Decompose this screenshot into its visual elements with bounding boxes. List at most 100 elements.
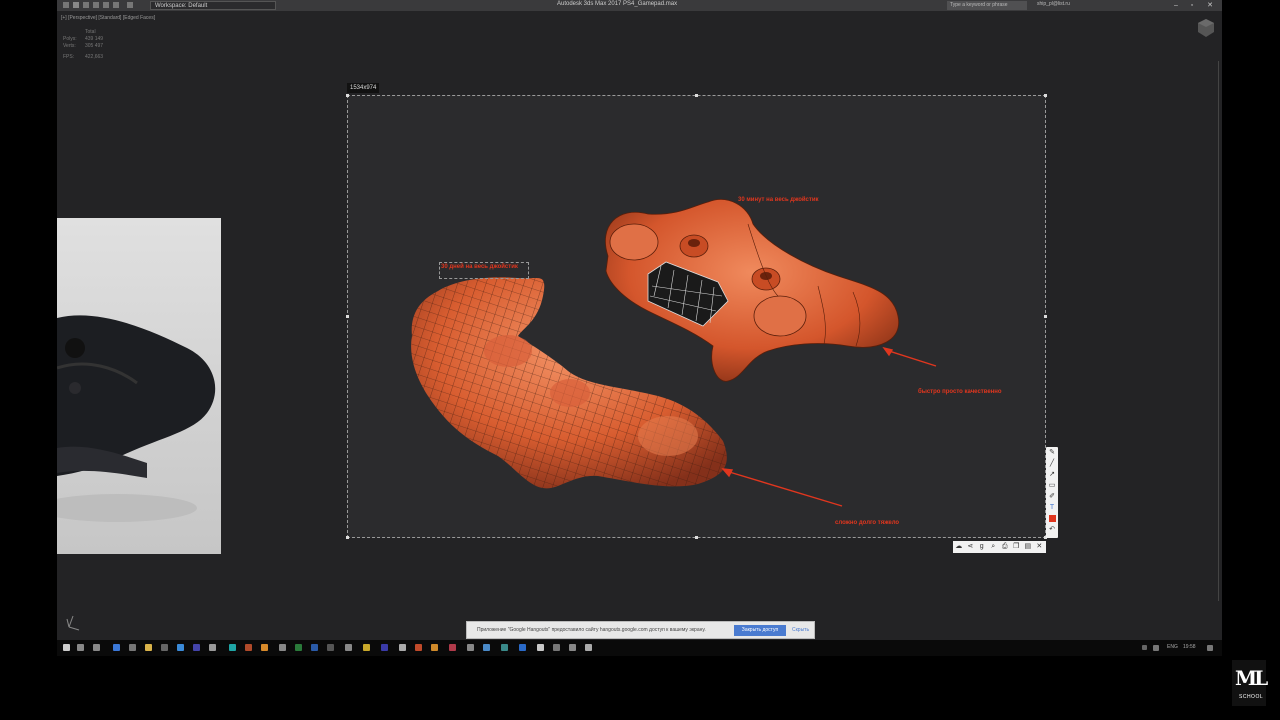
- resize-handle[interactable]: [346, 536, 349, 539]
- fps-value: 422,663: [85, 54, 104, 60]
- taskbar-app-icon[interactable]: [501, 644, 508, 651]
- search-icon[interactable]: [77, 644, 84, 651]
- viewcube-icon[interactable]: [1198, 19, 1214, 37]
- verts-label: Verts:: [63, 43, 76, 49]
- search-image-icon[interactable]: ⌕: [988, 541, 1000, 553]
- hangouts-message: Приложение "Google Hangouts" предоставил…: [477, 627, 706, 633]
- stop-sharing-button[interactable]: Закрыть доступ: [734, 625, 786, 636]
- taskbar-app-icon[interactable]: [193, 644, 200, 651]
- taskbar-app-icon[interactable]: [553, 644, 560, 651]
- maximize-button[interactable]: ▫: [1185, 0, 1199, 11]
- fps-label: FPS:: [63, 54, 75, 60]
- close-button[interactable]: ✕: [1203, 0, 1217, 11]
- minimize-button[interactable]: –: [1169, 0, 1183, 11]
- app-menu-icon[interactable]: [63, 2, 69, 8]
- viewport-scrollbar[interactable]: [1218, 61, 1219, 601]
- taskbar-app-icon[interactable]: [381, 644, 388, 651]
- windows-taskbar: ENG 19:58: [57, 640, 1222, 656]
- taskbar-app-icon[interactable]: [261, 644, 268, 651]
- text-icon[interactable]: T: [1046, 502, 1058, 513]
- viewport-statistics: Total Polys: 439 149 Verts: 305 497 FPS: 42…: [63, 29, 107, 61]
- notifications-icon[interactable]: [1207, 645, 1213, 651]
- taskbar-app-icon[interactable]: [569, 644, 576, 651]
- tray-chevron-icon[interactable]: [1142, 645, 1147, 650]
- hide-button[interactable]: Скрыть: [792, 627, 809, 633]
- save-file-icon[interactable]: [93, 2, 99, 8]
- undo-icon[interactable]: [103, 2, 109, 8]
- drawing-toolbar: ✎ ╱ ↗ ▭ ✐ T ↶: [1046, 447, 1058, 538]
- gamepad-models: [411, 199, 937, 507]
- taskbar-app-icon[interactable]: [177, 644, 184, 651]
- title-bar: Workspace: Default Autodesk 3ds Max 2017…: [57, 0, 1222, 11]
- open-file-icon[interactable]: [83, 2, 89, 8]
- taskbar-app-icon[interactable]: [161, 644, 168, 651]
- taskbar-app-icon[interactable]: [449, 644, 456, 651]
- task-view-icon[interactable]: [93, 644, 100, 651]
- annotation-fast-time: 30 минут на весь джойстик: [738, 197, 819, 203]
- resize-handle[interactable]: [346, 94, 349, 97]
- clean-topology-gamepad: [605, 199, 900, 382]
- photoshop-icon[interactable]: [311, 644, 318, 651]
- taskbar-app-icon[interactable]: [345, 644, 352, 651]
- close-icon[interactable]: ✕: [1034, 541, 1046, 553]
- chrome-icon[interactable]: [363, 644, 370, 651]
- taskbar-app-icon[interactable]: [295, 644, 302, 651]
- screenshot-capture-area[interactable]: 30 минут на весь джойстик 30 дней на вес…: [347, 95, 1046, 538]
- marker-icon[interactable]: ✐: [1046, 491, 1058, 502]
- taskbar-app-icon[interactable]: [327, 644, 334, 651]
- workspace-dropdown[interactable]: Workspace: Default: [150, 1, 276, 10]
- viewport-label[interactable]: [+] [Perspective] [Standard] [Edged Face…: [61, 15, 155, 21]
- perspective-viewport[interactable]: [+] [Perspective] [Standard] [Edged Face…: [57, 11, 1222, 640]
- copy-icon[interactable]: ❐: [1011, 541, 1023, 553]
- new-file-icon[interactable]: [73, 2, 79, 8]
- resize-handle[interactable]: [1044, 94, 1047, 97]
- window-title: Autodesk 3ds Max 2017 PS4_Gamepad.max: [557, 1, 678, 7]
- capture-dimensions-label: 1534x974: [347, 83, 380, 93]
- stats-total: Total: [85, 29, 96, 35]
- pencil-icon[interactable]: ✎: [1046, 447, 1058, 458]
- taskbar-app-icon[interactable]: [519, 644, 526, 651]
- input-language[interactable]: ENG: [1167, 644, 1178, 650]
- project-icon[interactable]: [127, 2, 133, 8]
- color-picker-icon[interactable]: [1046, 513, 1058, 524]
- cloud-upload-icon[interactable]: ☁: [953, 541, 965, 553]
- school-logo: ML SCHOOL: [1232, 660, 1268, 706]
- resize-handle[interactable]: [346, 315, 349, 318]
- undo-icon[interactable]: ↶: [1046, 524, 1058, 535]
- annotation-fast-quality: быстро просто качественно: [918, 389, 1002, 395]
- taskbar-app-icon[interactable]: [129, 644, 136, 651]
- network-icon[interactable]: [1153, 645, 1159, 651]
- taskbar-app-icon[interactable]: [279, 644, 286, 651]
- share-icon[interactable]: ⋖: [965, 541, 977, 553]
- resize-handle[interactable]: [695, 94, 698, 97]
- annotation-arrows: [721, 346, 937, 507]
- settings-icon[interactable]: [585, 644, 592, 651]
- resize-handle[interactable]: [695, 536, 698, 539]
- resize-handle[interactable]: [1044, 315, 1047, 318]
- print-icon[interactable]: ⎙: [999, 541, 1011, 553]
- taskbar-app-icon[interactable]: [537, 644, 544, 651]
- annotation-slow-time: 30 дней на весь джойстик: [441, 264, 518, 270]
- 3dsmax-icon[interactable]: [229, 644, 236, 651]
- taskbar-app-icon[interactable]: [209, 644, 216, 651]
- save-icon[interactable]: ▤: [1022, 541, 1034, 553]
- taskbar-app-icon[interactable]: [399, 644, 406, 651]
- clock[interactable]: 19:58: [1183, 644, 1196, 650]
- taskbar-app-icon[interactable]: [245, 644, 252, 651]
- line-icon[interactable]: ╱: [1046, 458, 1058, 469]
- taskbar-app-icon[interactable]: [431, 644, 438, 651]
- google-icon[interactable]: g: [976, 541, 988, 553]
- arrow-icon[interactable]: ↗: [1046, 469, 1058, 480]
- account-name[interactable]: ship_pl@list.ru: [1037, 1, 1070, 7]
- taskbar-app-icon[interactable]: [467, 644, 474, 651]
- edge-icon[interactable]: [113, 644, 120, 651]
- rectangle-icon[interactable]: ▭: [1046, 480, 1058, 491]
- verts-value: 305 497: [85, 43, 104, 49]
- start-icon[interactable]: [63, 644, 70, 651]
- taskbar-app-icon[interactable]: [483, 644, 490, 651]
- search-input[interactable]: Type a keyword or phrase: [947, 1, 1027, 10]
- explorer-icon[interactable]: [145, 644, 152, 651]
- hangouts-share-notification: Приложение "Google Hangouts" предоставил…: [466, 621, 815, 639]
- redo-icon[interactable]: [113, 2, 119, 8]
- taskbar-app-icon[interactable]: [415, 644, 422, 651]
